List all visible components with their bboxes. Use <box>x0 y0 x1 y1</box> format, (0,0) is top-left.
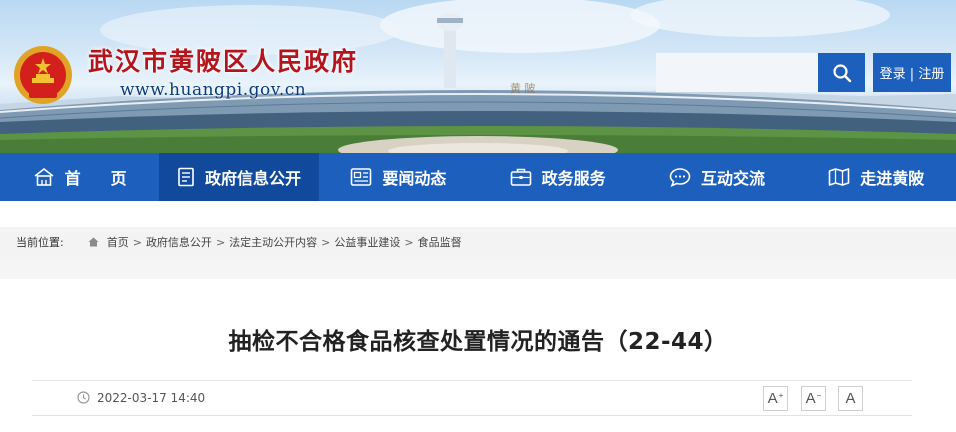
home-icon <box>88 237 99 247</box>
national-emblem-icon <box>14 46 72 104</box>
main-nav: 首页 政府信息公开 要闻动态 政务服务 互动交流 走进黄陂 <box>0 153 956 201</box>
breadcrumb-item-government-info[interactable]: 政府信息公开 <box>146 234 212 250</box>
breadcrumb-label: 当前位置: <box>16 236 64 249</box>
header-banner: 黄 陂 武汉市黄陂区人民政府 www.huangpi.gov.cn 登录 | 注… <box>0 0 956 153</box>
site-title: 武汉市黄陂区人民政府 <box>88 47 359 76</box>
svg-text:黄 陂: 黄 陂 <box>510 81 536 95</box>
nav-item-label: 政务服务 <box>541 169 606 188</box>
nav-item-label: 政府信息公开 <box>204 169 301 188</box>
map-icon <box>828 168 850 186</box>
breadcrumb-separator: > <box>215 235 226 249</box>
nav-item-news[interactable]: 要闻动态 <box>319 153 478 201</box>
meta-divider <box>32 415 912 416</box>
nav-item-government-info[interactable]: 政府信息公开 <box>159 153 319 201</box>
section-divider <box>0 257 956 279</box>
home-icon <box>34 167 54 186</box>
nav-item-services[interactable]: 政务服务 <box>478 153 637 201</box>
nav-item-home[interactable]: 首页 <box>0 153 159 201</box>
chat-icon <box>669 168 691 187</box>
search-icon <box>832 63 851 82</box>
breadcrumb-separator: > <box>404 235 414 249</box>
font-size-decrease-button[interactable]: A − <box>801 386 826 411</box>
font-size-label: A <box>767 390 778 407</box>
breadcrumb-item-public-welfare[interactable]: 公益事业建设 <box>334 234 400 250</box>
breadcrumb-item-home[interactable]: 首页 <box>107 234 129 250</box>
breadcrumb-item-food-supervision[interactable]: 食品监督 <box>418 234 462 250</box>
nav-item-label: 要闻动态 <box>382 169 447 188</box>
breadcrumb-separator: > <box>132 235 142 249</box>
search-button[interactable] <box>818 53 865 92</box>
nav-item-label: 走进黄陂 <box>860 169 925 188</box>
breadcrumb: 当前位置: 首页 > 政府信息公开 > 法定主动公开内容 > 公益事业建设 > … <box>0 227 956 257</box>
news-icon <box>351 168 372 186</box>
article-title: 抽检不合格食品核查处置情况的通告（22-44） <box>228 329 728 355</box>
title-divider <box>32 380 912 381</box>
login-register-button[interactable]: 登录 | 注册 <box>873 53 951 92</box>
breadcrumb-item-statutory-disclosure[interactable]: 法定主动公开内容 <box>229 234 317 250</box>
minus-icon: − <box>816 391 822 400</box>
font-size-label: A <box>805 390 816 407</box>
publish-date: 2022-03-17 14:40 <box>97 391 206 405</box>
font-size-increase-button[interactable]: A + <box>763 386 788 411</box>
breadcrumb-separator: > <box>321 235 331 249</box>
nav-item-about-huangpi[interactable]: 走进黄陂 <box>797 153 956 201</box>
nav-item-label: 首页 <box>64 169 157 188</box>
nav-item-label: 互动交流 <box>700 169 765 188</box>
nav-item-interaction[interactable]: 互动交流 <box>637 153 796 201</box>
search-input[interactable] <box>656 53 818 92</box>
site-url: www.huangpi.gov.cn <box>120 80 307 100</box>
clock-icon <box>77 391 90 404</box>
font-size-label: A <box>845 390 856 407</box>
plus-icon: + <box>778 391 784 400</box>
font-size-reset-button[interactable]: A <box>838 386 863 411</box>
document-icon <box>178 167 194 187</box>
briefcase-icon <box>510 168 531 186</box>
